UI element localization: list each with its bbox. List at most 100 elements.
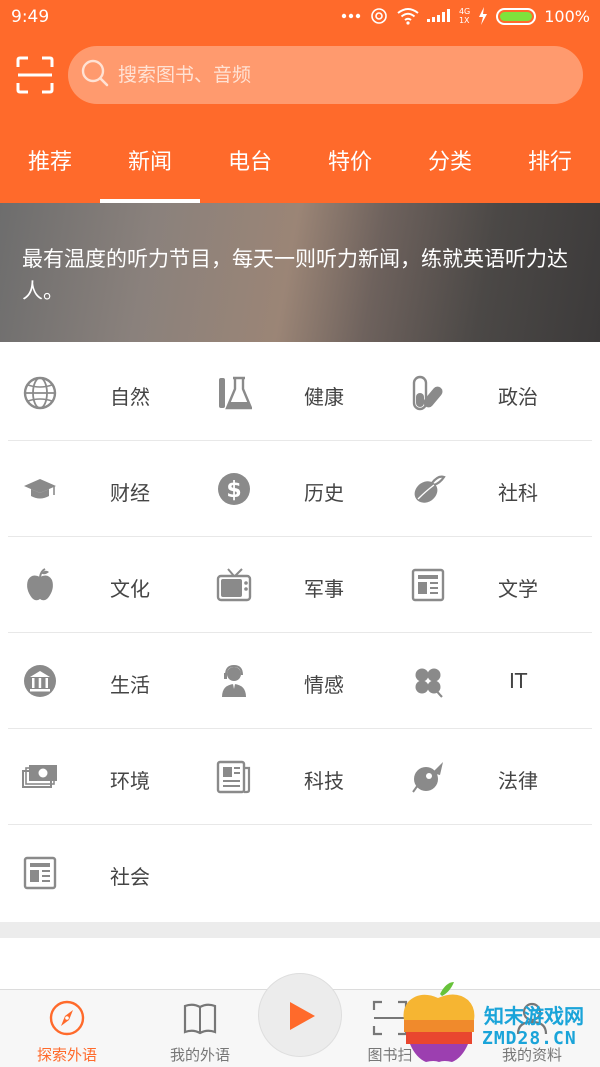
category-label: 社科	[498, 481, 538, 505]
signal-icon	[426, 8, 451, 24]
watermark-logo-icon	[403, 982, 475, 1062]
category-label: 情感	[304, 673, 344, 697]
category-row: 社会	[8, 825, 592, 921]
category-label: 法律	[498, 769, 538, 793]
category-social-science[interactable]: 社科	[396, 441, 590, 537]
category-label: 文化	[110, 577, 150, 601]
support-agent-icon	[216, 663, 252, 699]
section-divider	[0, 922, 600, 938]
category-label: 健康	[304, 385, 344, 409]
network-label: 4G	[458, 7, 471, 16]
category-row: 自然 健康 政治	[8, 345, 592, 441]
category-literature[interactable]: 文学	[396, 537, 590, 633]
category-technology[interactable]: 科技	[202, 729, 396, 825]
tab-news[interactable]: 新闻	[100, 135, 200, 203]
category-nature[interactable]: 自然	[8, 345, 202, 441]
category-label: 文学	[498, 577, 538, 601]
battery-percent: 100%	[544, 6, 590, 26]
category-it[interactable]: IT	[396, 633, 590, 729]
tab-radio[interactable]: 电台	[200, 135, 300, 203]
status-indicators: 4G 1X 100%	[341, 6, 590, 26]
book-icon	[182, 1000, 218, 1036]
rocket-icon	[410, 759, 446, 795]
more-dots-icon	[341, 12, 361, 20]
tab-recommend[interactable]: 推荐	[0, 135, 100, 203]
hotspot-icon	[369, 6, 389, 26]
scan-icon[interactable]	[16, 56, 54, 94]
play-button[interactable]	[258, 973, 342, 1057]
network-type: 4G 1X	[459, 7, 470, 25]
newspaper-icon	[410, 567, 446, 603]
category-label: 生活	[110, 673, 150, 697]
search-input[interactable]	[118, 64, 538, 86]
newspaper-icon	[22, 855, 58, 891]
news-banner[interactable]: 最有温度的听力节目，每天一则听力新闻，练就英语听力达人。	[0, 203, 600, 342]
tab-label: 推荐	[27, 150, 72, 175]
money-icon	[22, 759, 58, 795]
news-icon	[216, 759, 252, 795]
tab-categories[interactable]: 分类	[400, 135, 500, 203]
category-finance[interactable]: 财经	[8, 441, 202, 537]
compass-icon	[49, 1000, 85, 1036]
svg-text:$: $	[226, 478, 241, 503]
tab-label: 分类	[427, 150, 472, 175]
category-emotion[interactable]: 情感	[202, 633, 396, 729]
category-history[interactable]: $ 历史	[202, 441, 396, 537]
tab-label: 新闻	[127, 150, 172, 175]
nav-explore[interactable]: 探索外语	[7, 990, 127, 1067]
watermark: 知末游戏网 ZMD28.CN	[400, 980, 600, 1067]
category-row: 文化 军事 文学	[8, 537, 592, 633]
leaf-icon	[410, 471, 446, 507]
search-icon	[80, 58, 110, 92]
nav-label: 探索外语	[36, 1046, 97, 1064]
play-icon	[290, 1002, 315, 1030]
category-grid: 自然 健康 政治 财经 $ 历史 社科 文化 军事 文学 生活 情感 IT 环境…	[8, 345, 592, 921]
nav-my-language[interactable]: 我的外语	[140, 990, 260, 1067]
watermark-url: ZMD28.CN	[482, 1028, 577, 1049]
category-row: 环境 科技 法律	[8, 729, 592, 825]
category-row: 财经 $ 历史 社科	[8, 441, 592, 537]
network-sub-label: 1X	[458, 16, 470, 25]
category-label: 环境	[110, 769, 150, 793]
category-society[interactable]: 社会	[8, 825, 202, 921]
tab-sale[interactable]: 特价	[300, 135, 400, 203]
apple-icon	[22, 567, 58, 603]
category-label: IT	[508, 669, 528, 693]
nav-label: 我的外语	[169, 1046, 230, 1064]
category-label: 政治	[498, 385, 538, 409]
watermark-text: 知末游戏网	[484, 1004, 584, 1028]
category-tabs: 推荐 新闻 电台 特价 分类 排行	[0, 135, 600, 203]
category-label: 财经	[110, 481, 150, 505]
category-label: 科技	[304, 769, 344, 793]
category-health[interactable]: 健康	[202, 345, 396, 441]
category-label: 军事	[304, 577, 344, 601]
globe-icon	[22, 375, 58, 411]
graduation-cap-icon	[22, 471, 58, 507]
dollar-coin-icon: $	[216, 471, 252, 507]
charging-icon	[478, 7, 488, 25]
wifi-icon	[397, 7, 419, 25]
status-time: 9:49	[11, 7, 50, 27]
tab-label: 电台	[227, 150, 272, 175]
status-bar: 9:49 4G 1X 100%	[0, 0, 600, 34]
banner-text: 最有温度的听力节目，每天一则听力新闻，练就英语听力达人。	[22, 247, 568, 303]
flask-icon	[216, 375, 253, 411]
bank-icon	[22, 663, 58, 699]
pill-icon	[410, 375, 446, 411]
search-bar[interactable]	[68, 46, 583, 104]
category-environment[interactable]: 环境	[8, 729, 202, 825]
category-label: 历史	[304, 481, 344, 505]
category-life[interactable]: 生活	[8, 633, 202, 729]
tab-ranking[interactable]: 排行	[500, 135, 600, 203]
category-military[interactable]: 军事	[202, 537, 396, 633]
tv-icon	[216, 567, 252, 603]
category-culture[interactable]: 文化	[8, 537, 202, 633]
clover-icon	[410, 663, 446, 699]
battery-level	[500, 11, 533, 21]
category-law[interactable]: 法律	[396, 729, 590, 825]
category-label: 自然	[110, 385, 150, 409]
battery-icon	[496, 7, 537, 25]
app-header: 9:49 4G 1X 100% 搜索图书、音频 推荐 新闻 电台 特价 分类 排…	[0, 0, 600, 203]
category-label: 社会	[110, 865, 150, 889]
category-politics[interactable]: 政治	[396, 345, 590, 441]
